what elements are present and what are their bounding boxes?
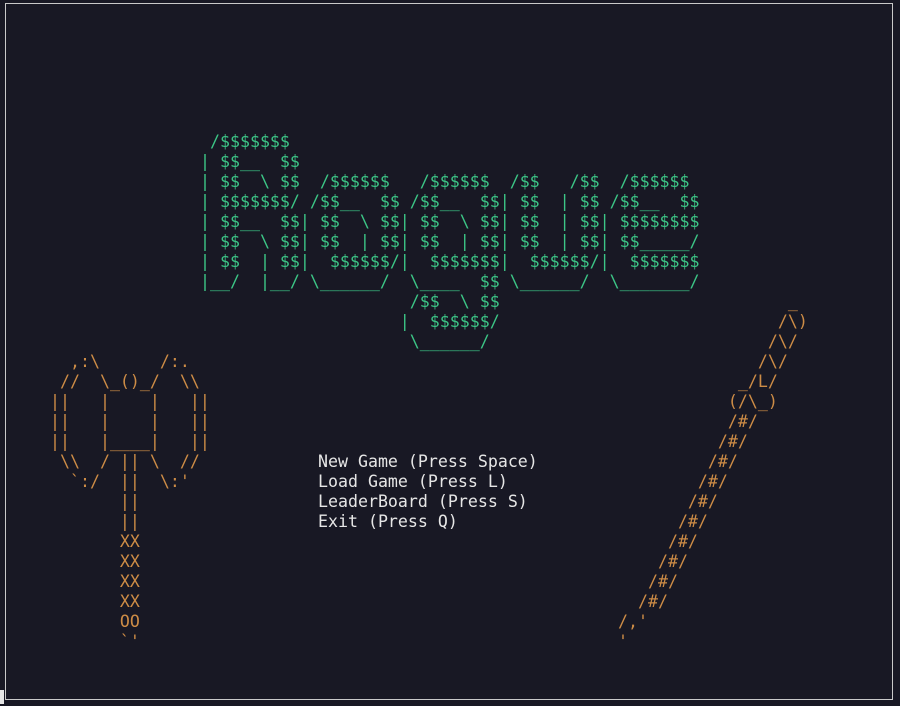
game-screen: /$$$$$$$ | $$__ $$ | $$ \ $$ /$$$$$$ /$$… (0, 0, 900, 706)
battle-axe-art: ,:\ /:. // \_()_/ \\ || | | || || | | ||… (50, 352, 210, 651)
exit-option[interactable]: Exit (Press Q) (318, 512, 538, 532)
terminal-cursor (0, 690, 4, 704)
load-game-option[interactable]: Load Game (Press L) (318, 472, 538, 492)
new-game-option[interactable]: New Game (Press Space) (318, 452, 538, 472)
leaderboard-option[interactable]: LeaderBoard (Press S) (318, 492, 538, 512)
main-menu: New Game (Press Space) Load Game (Press … (318, 452, 538, 532)
staff-art: _ /\) /\/ /\/ _/L/ (/\_) /#/ /#/ /#/ /#/… (618, 292, 808, 651)
